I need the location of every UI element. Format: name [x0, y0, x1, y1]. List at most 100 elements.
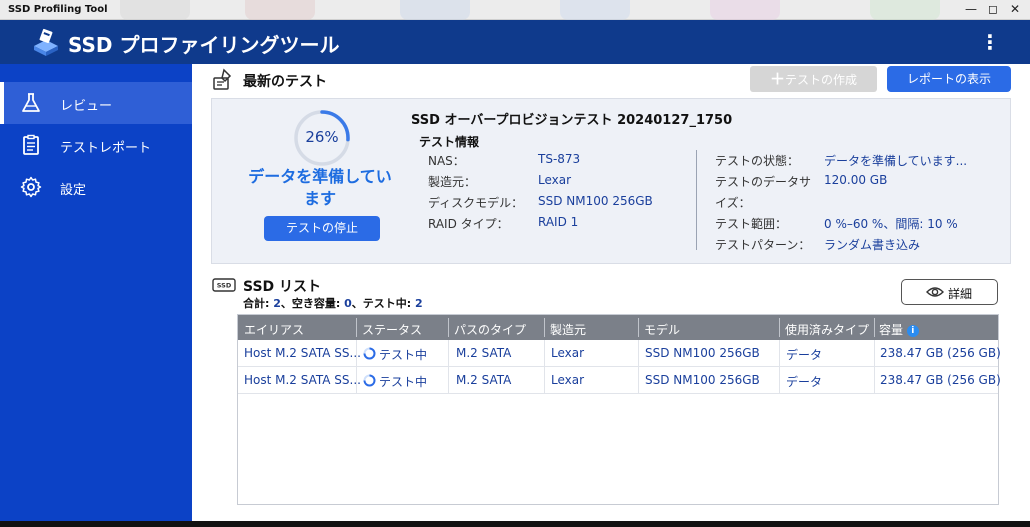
cell-divider	[874, 367, 875, 394]
summary-testing-label: 、テスト中:	[351, 297, 416, 310]
sidebar: レビュー テストレポート 設定	[0, 64, 192, 527]
app-header: SSD プロファイリングツール ⋮	[0, 20, 1030, 64]
flask-icon	[22, 93, 40, 112]
ssd-list-title: SSD リスト	[243, 279, 322, 295]
column-header-status[interactable]: ステータス	[362, 321, 422, 338]
nas-label: NAS：	[428, 154, 465, 168]
nas-value: TS-873	[538, 152, 581, 166]
test-state-value: データを準備しています...	[824, 154, 968, 168]
cell-divider	[874, 340, 875, 367]
cell-capacity: 238.47 GB (256 GB)	[880, 373, 1001, 387]
table-row[interactable]: Host M.2 SATA SS... テスト中 M.2 SATA Lexar …	[238, 340, 1001, 367]
cell-divider	[356, 340, 357, 367]
background-app-ghost	[560, 0, 630, 20]
eye-icon	[926, 287, 944, 297]
test-data-size-label: テストのデータサ	[715, 175, 812, 189]
cell-model: SSD NM100 256GB	[645, 346, 760, 360]
test-status-message: データを準備してい ます	[240, 166, 400, 210]
cell-divider	[356, 367, 357, 394]
create-test-button[interactable]: ＋テストの作成	[750, 66, 877, 92]
column-divider	[356, 318, 357, 337]
cell-alias[interactable]: Host M.2 SATA SS...	[244, 373, 361, 387]
column-header-alias[interactable]: エイリアス	[244, 321, 304, 338]
background-app-ghost	[245, 0, 315, 20]
cell-status: テスト中	[379, 348, 428, 362]
column-divider	[874, 318, 875, 337]
column-header-used-type[interactable]: 使用済みタイプ	[785, 321, 869, 338]
ssd-icon: SSD	[212, 278, 236, 292]
cell-alias[interactable]: Host M.2 SATA SS...	[244, 346, 361, 360]
summary-free-label: 、空き容量:	[280, 297, 345, 310]
table-header: エイリアス ステータス パスのタイプ 製造元 モデル 使用済みタイプ 容量 i	[238, 315, 998, 340]
cell-divider	[544, 367, 545, 394]
cell-used-type: データ	[786, 348, 823, 362]
test-status-line: ます	[303, 189, 336, 208]
sidebar-item-test-report[interactable]: テストレポート	[0, 124, 192, 166]
disk-model-label: ディスクモデル：	[428, 196, 524, 210]
column-divider	[638, 318, 639, 337]
background-app-ghost	[400, 0, 470, 20]
vendor-value: Lexar	[538, 173, 572, 187]
summary-testing-value: 2	[415, 297, 423, 310]
cell-used-type: データ	[786, 375, 823, 389]
details-button[interactable]: 詳細	[901, 279, 998, 305]
close-icon[interactable]: ✕	[1006, 2, 1024, 16]
test-range-value: 0 %–60 %、間隔: 10 %	[824, 217, 958, 231]
test-status-line: データを準備してい	[248, 167, 392, 186]
cell-divider	[779, 367, 780, 394]
gear-icon	[20, 176, 42, 198]
progress-percent: 26%	[305, 128, 339, 146]
spinner-icon	[363, 347, 376, 360]
summary-total-label: 合計:	[243, 297, 274, 310]
disk-model-value: SSD NM100 256GB	[538, 194, 653, 208]
svg-text:SSD: SSD	[217, 282, 232, 290]
summary-total-value: 2	[273, 297, 281, 310]
cell-model: SSD NM100 256GB	[645, 373, 760, 387]
raid-type-value: RAID 1	[538, 215, 579, 229]
cell-divider	[638, 340, 639, 367]
stop-test-button[interactable]: テストの停止	[264, 216, 380, 241]
cell-bus-type: M.2 SATA	[456, 373, 512, 387]
sidebar-item-label: テストレポート	[60, 141, 152, 156]
column-divider	[779, 318, 780, 337]
column-divider	[448, 318, 449, 337]
sidebar-item-label: 設定	[60, 183, 87, 198]
cell-divider	[779, 340, 780, 367]
ssd-summary: 合計: 2、空き容量: 0、テスト中: 2	[243, 295, 423, 311]
raid-type-label: RAID タイプ：	[428, 217, 509, 231]
column-header-capacity[interactable]: 容量 i	[879, 321, 919, 338]
cell-bus-type: M.2 SATA	[456, 346, 512, 360]
sidebar-item-review[interactable]: レビュー	[0, 82, 192, 124]
cell-divider	[638, 367, 639, 394]
sidebar-item-settings[interactable]: 設定	[0, 166, 192, 208]
test-range-label: テスト範囲：	[715, 217, 788, 231]
test-pattern-value: ランダム書き込み	[824, 238, 921, 252]
latest-test-title: 最新のテスト	[243, 74, 327, 90]
sidebar-item-label: レビュー	[60, 99, 113, 114]
cell-vendor: Lexar	[551, 373, 585, 387]
column-header-bus-type[interactable]: パスのタイプ	[454, 321, 526, 338]
window-title: SSD Profiling Tool	[8, 4, 108, 15]
background-app-ghost	[120, 0, 190, 20]
column-header-model[interactable]: モデル	[644, 321, 680, 338]
vendor-label: 製造元：	[428, 175, 477, 189]
info-icon[interactable]: i	[906, 325, 919, 337]
more-menu-icon[interactable]: ⋮	[980, 30, 1000, 54]
ssd-table: エイリアス ステータス パスのタイプ 製造元 モデル 使用済みタイプ 容量 i …	[237, 314, 1001, 505]
clipboard-icon	[23, 134, 39, 155]
app-name: SSD プロファイリングツール	[68, 33, 340, 57]
table-row[interactable]: Host M.2 SATA SS... テスト中 M.2 SATA Lexar …	[238, 367, 1001, 394]
cell-divider	[448, 340, 449, 367]
minimize-icon[interactable]: —	[962, 2, 980, 16]
column-divider	[544, 318, 545, 337]
test-tube-icon	[213, 68, 232, 90]
test-pattern-label: テストパターン：	[715, 238, 811, 252]
view-report-button[interactable]: レポートの表示	[887, 66, 1011, 92]
background-app-ghost	[710, 0, 780, 20]
column-header-vendor[interactable]: 製造元	[550, 321, 586, 338]
test-info-heading: テスト情報	[419, 135, 480, 149]
test-state-label: テストの状態：	[715, 154, 800, 168]
window-title-bar: SSD Profiling Tool — ◻ ✕	[0, 0, 1030, 20]
test-data-size-label-cont: イズ：	[715, 196, 751, 210]
maximize-icon[interactable]: ◻	[984, 2, 1002, 16]
